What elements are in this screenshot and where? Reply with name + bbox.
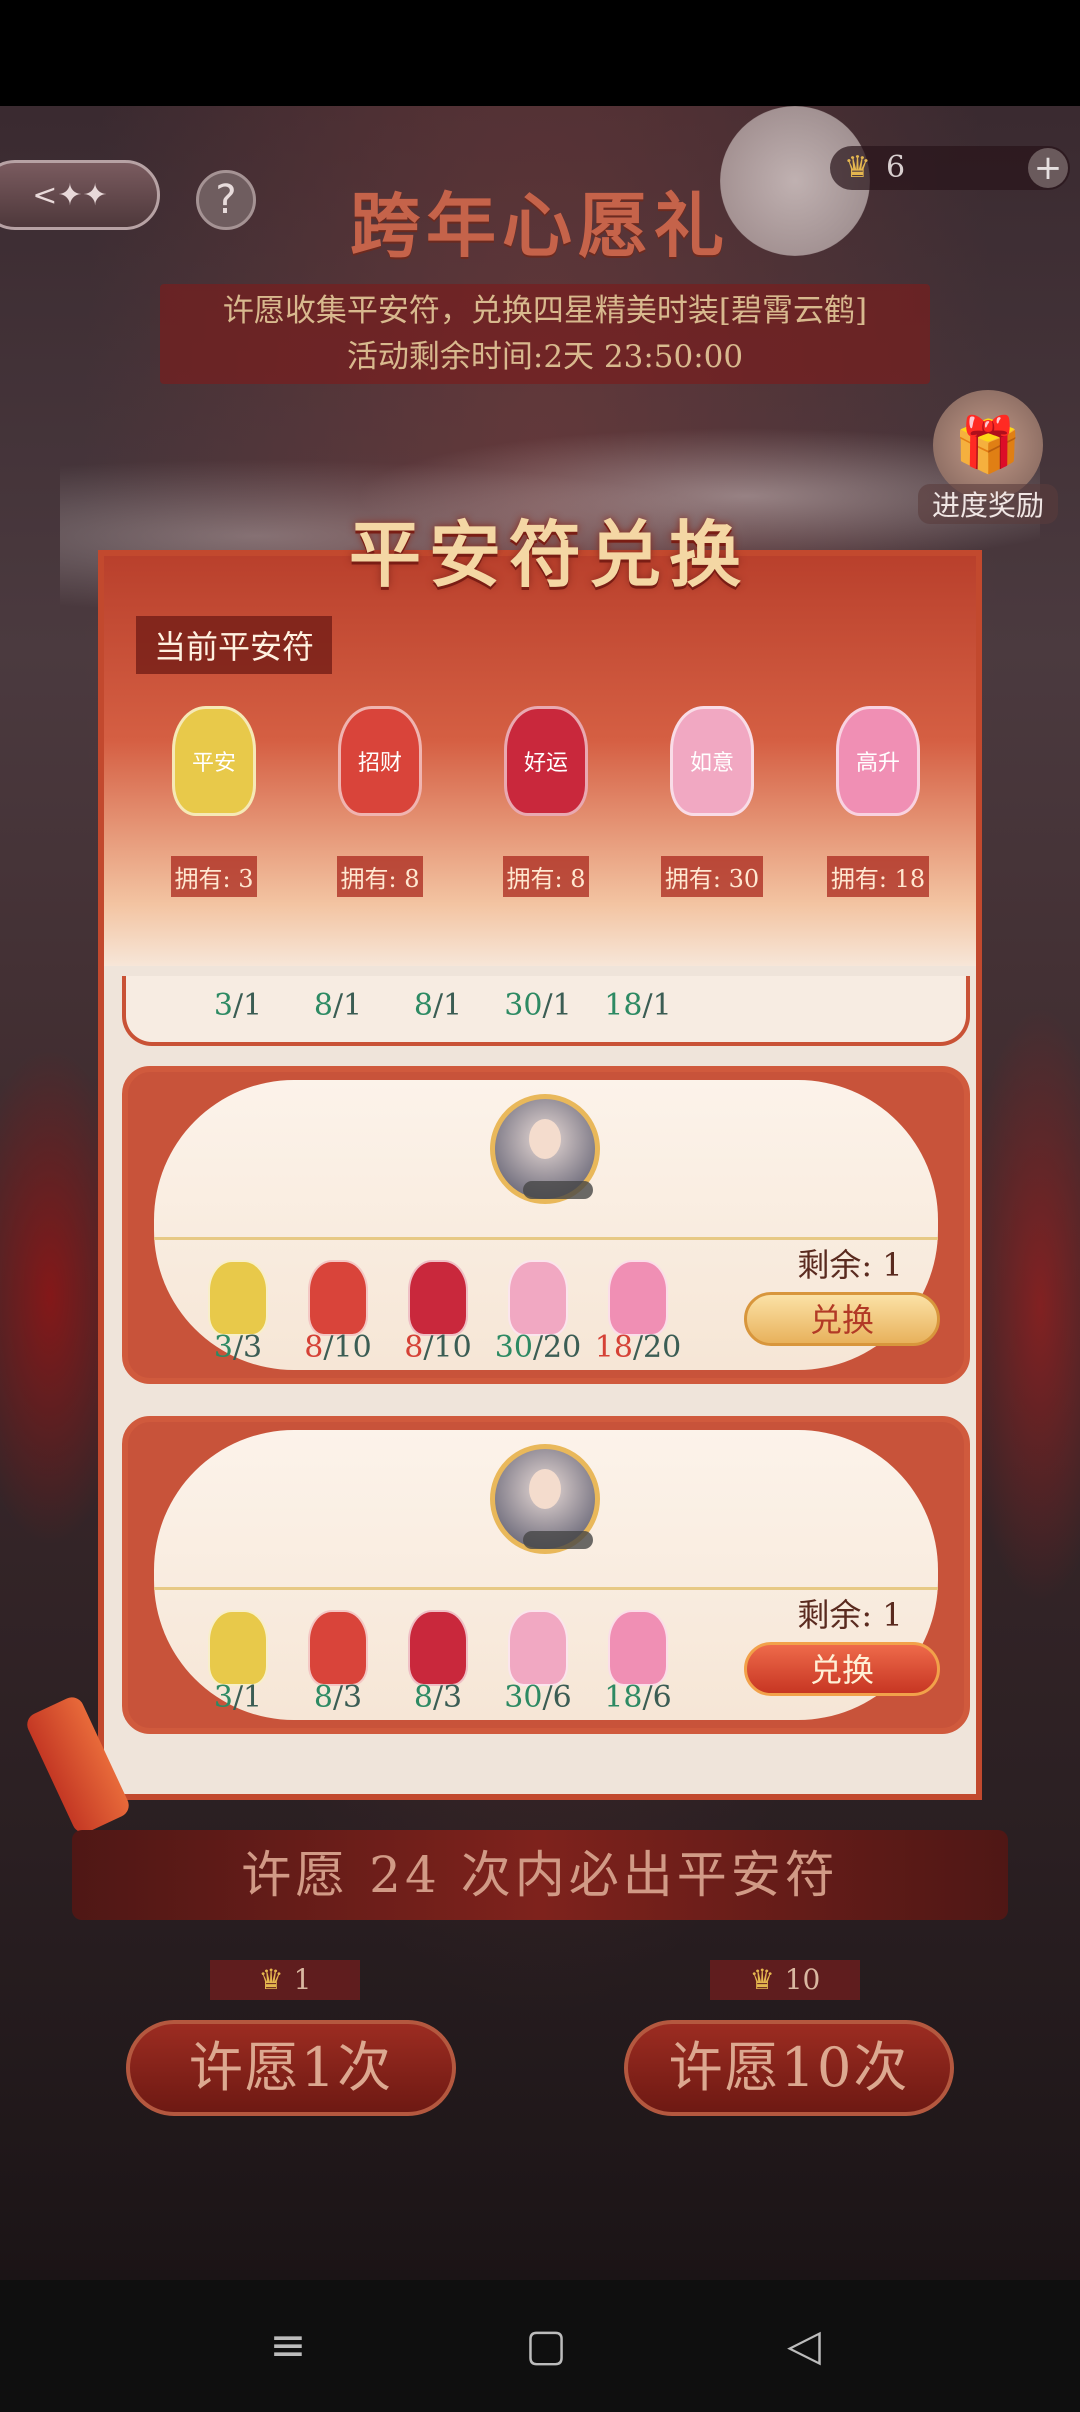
event-description: 许愿收集平安符，兑换四星精美时装[碧霄云鹤] (222, 293, 868, 329)
wish-guarantee-banner: 许愿 24 次内必出平安符 (72, 1830, 1008, 1920)
charm-zhaocai-icon: 招财 (338, 706, 422, 816)
charm-item: 如意 拥有: 30 (632, 706, 792, 906)
home-icon[interactable]: ▢ (516, 2320, 576, 2371)
event-countdown: 活动剩余时间:2天 23:50:00 (346, 339, 744, 375)
charm-haoyun-icon (408, 1260, 468, 1336)
charm-owned-count: 拥有: 8 (336, 856, 424, 897)
charm-item: 平安 拥有: 3 (134, 706, 294, 906)
charm-item: 好运 拥有: 8 (466, 706, 626, 906)
wish-ten-button[interactable]: 许愿10次 (624, 2020, 954, 2116)
exchange-button[interactable]: 兑换 (744, 1292, 940, 1346)
charm-owned-count: 拥有: 18 (826, 856, 930, 897)
costume-avatar[interactable] (490, 1094, 600, 1204)
charm-owned-count: 拥有: 3 (170, 856, 258, 897)
charm-pingan-icon (208, 1260, 268, 1336)
avatar-face (529, 1119, 561, 1159)
back-icon[interactable]: ◁ (774, 2320, 834, 2371)
remaining-count: 剩余: 1 (797, 1596, 903, 1634)
avatar-face (529, 1469, 561, 1509)
remaining-count: 剩余: 1 (797, 1246, 903, 1284)
exchange-list[interactable]: 3/1 8/1 8/1 30/1 18/1 3/3 8/10 8/10 30/2… (122, 976, 970, 1806)
charm-count: 18/20 (594, 1330, 682, 1365)
charm-owned-count: 拥有: 8 (502, 856, 590, 897)
wish-once-button[interactable]: 许愿1次 (126, 2020, 456, 2116)
ten-wish-cost: ♛ 10 (710, 1960, 860, 2000)
charm-zhaocai-icon (308, 1260, 368, 1336)
single-wish-cost: ♛ 1 (210, 1960, 360, 2000)
charm-gaosheng-icon (608, 1610, 668, 1686)
charm-owned-count: 拥有: 30 (660, 856, 764, 897)
charm-count: 18/6 (604, 1680, 672, 1715)
charm-item: 高升 拥有: 18 (798, 706, 958, 906)
progress-reward-button[interactable]: 🎁 进度奖励 (918, 390, 1058, 530)
charm-gaosheng-icon: 高升 (836, 706, 920, 816)
charm-pingan-icon (208, 1610, 268, 1686)
charm-pingan-icon: 平安 (172, 706, 256, 816)
system-nav-bar: ≡ ▢ ◁ (0, 2280, 1080, 2412)
exchange-card: 3/1 8/3 8/3 30/6 18/6 剩余: 1 兑换 (122, 1416, 970, 1734)
owned-charms-row: 平安 拥有: 3 招财 拥有: 8 好运 拥有: 8 如意 拥有: 30 高升 … (104, 706, 976, 906)
charm-haoyun-icon (408, 1610, 468, 1686)
exchange-button[interactable]: 兑换 (744, 1642, 940, 1696)
avatar-name-pill (523, 1181, 593, 1199)
single-wish-cost-value: 1 (293, 1963, 312, 1996)
menu-icon[interactable]: ≡ (258, 2320, 318, 2371)
status-bar (0, 0, 1080, 106)
exchange-card: 3/3 8/10 8/10 30/20 18/20 剩余: 1 兑换 (122, 1066, 970, 1384)
charm-item: 招财 拥有: 8 (300, 706, 460, 906)
charm-ruyi-icon (508, 1610, 568, 1686)
wish-token-icon: ♛ (749, 1963, 775, 1996)
charm-zhaocai-icon (308, 1610, 368, 1686)
progress-reward-label: 进度奖励 (918, 484, 1058, 524)
charm-gaosheng-icon (608, 1260, 668, 1336)
event-title: 跨年心愿礼 (350, 184, 730, 267)
charm-ruyi-icon: 如意 (670, 706, 754, 816)
exchange-panel: 当前平安符 平安 拥有: 3 招财 拥有: 8 好运 拥有: 8 如意 拥有: … (98, 512, 982, 1800)
ten-wish-cost-value: 10 (784, 1963, 821, 1996)
panel-header: 当前平安符 平安 拥有: 3 招财 拥有: 8 好运 拥有: 8 如意 拥有: … (104, 556, 976, 966)
panel-title: 平安符兑换 (348, 512, 749, 597)
event-info: 许愿收集平安符，兑换四星精美时装[碧霄云鹤] 活动剩余时间:2天 23:50:0… (160, 284, 930, 384)
exchange-card-partial: 3/1 8/1 8/1 30/1 18/1 (122, 976, 970, 1046)
current-charms-label: 当前平安符 (136, 616, 333, 674)
costume-avatar[interactable] (490, 1444, 600, 1554)
charm-count: 18/1 (604, 988, 672, 1023)
charm-ruyi-icon (508, 1260, 568, 1336)
avatar-name-pill (523, 1531, 593, 1549)
charm-haoyun-icon: 好运 (504, 706, 588, 816)
wish-token-icon: ♛ (258, 1963, 284, 1996)
